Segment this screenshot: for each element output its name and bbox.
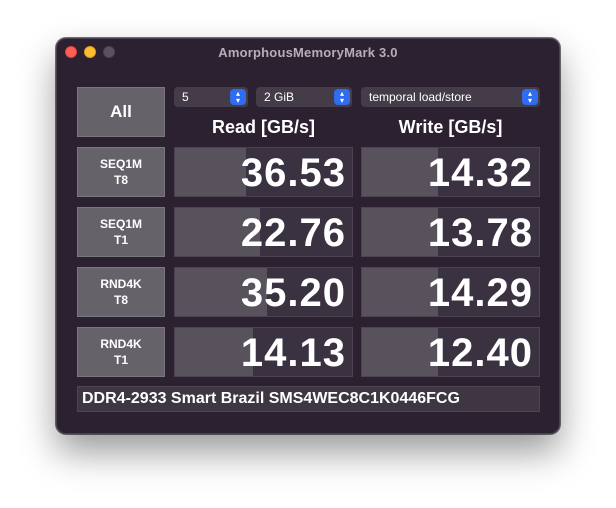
write-progress-bar	[362, 328, 439, 376]
write-result-value: 14.32	[427, 151, 533, 195]
seq1m-t8-button[interactable]: SEQ1M T8	[77, 147, 165, 197]
write-column-header: Write [GB/s]	[398, 117, 503, 137]
read-result-value: 14.13	[240, 331, 346, 375]
read-result-cell: 22.76	[174, 207, 353, 257]
read-result-value: 22.76	[240, 211, 346, 255]
row-label-line1: RND4K	[100, 337, 142, 351]
write-progress-bar	[362, 268, 439, 316]
rnd4k-t8-button[interactable]: RND4K T8	[77, 267, 165, 317]
read-progress-bar	[175, 148, 246, 196]
popup-chevrons-icon: ▴ ▾	[522, 89, 538, 105]
read-result-cell: 14.13	[174, 327, 353, 377]
popup-chevrons-icon: ▴ ▾	[230, 89, 246, 105]
test-size-select[interactable]: 2 GiB ▴ ▾	[256, 87, 352, 107]
test-mode-value: temporal load/store	[369, 90, 472, 104]
window-title: AmorphousMemoryMark 3.0	[218, 45, 398, 60]
row-label-line2: T8	[113, 293, 128, 307]
read-result-value: 36.53	[240, 151, 346, 195]
popup-chevrons-icon: ▴ ▾	[334, 89, 350, 105]
write-progress-bar	[362, 148, 439, 196]
row-label-line1: SEQ1M	[99, 157, 142, 171]
title-bar[interactable]: AmorphousMemoryMark 3.0	[57, 39, 559, 67]
run-all-button[interactable]: All	[77, 87, 165, 137]
read-result-cell: 35.20	[174, 267, 353, 317]
row-label-line2: T1	[113, 233, 128, 247]
device-name-field[interactable]: DDR4-2933 Smart Brazil SMS4WEC8C1K0446FC…	[77, 386, 540, 412]
app-window: AmorphousMemoryMark 3.0 All 5 ▴ ▾ 2 GiB ▴…	[56, 38, 560, 434]
write-result-cell: 14.29	[361, 267, 540, 317]
read-result-value: 35.20	[240, 271, 346, 315]
test-mode-select[interactable]: temporal load/store ▴ ▾	[361, 87, 540, 107]
row-label-line1: SEQ1M	[99, 217, 142, 231]
write-result-cell: 14.32	[361, 147, 540, 197]
test-size-value: 2 GiB	[264, 90, 295, 104]
rnd4k-t1-button[interactable]: RND4K T1	[77, 327, 165, 377]
write-result-value: 13.78	[427, 211, 533, 255]
test-count-select[interactable]: 5 ▴ ▾	[174, 87, 248, 107]
test-count-value: 5	[182, 90, 189, 104]
row-label-line2: T8	[113, 173, 128, 187]
row-label-line1: RND4K	[100, 277, 142, 291]
write-result-cell: 12.40	[361, 327, 540, 377]
read-column-header: Read [GB/s]	[211, 117, 316, 137]
write-progress-bar	[362, 208, 439, 256]
row-label-line2: T1	[113, 353, 128, 367]
write-result-value: 14.29	[427, 271, 533, 315]
read-result-cell: 36.53	[174, 147, 353, 197]
write-result-cell: 13.78	[361, 207, 540, 257]
write-result-value: 12.40	[427, 331, 533, 375]
seq1m-t1-button[interactable]: SEQ1M T1	[77, 207, 165, 257]
